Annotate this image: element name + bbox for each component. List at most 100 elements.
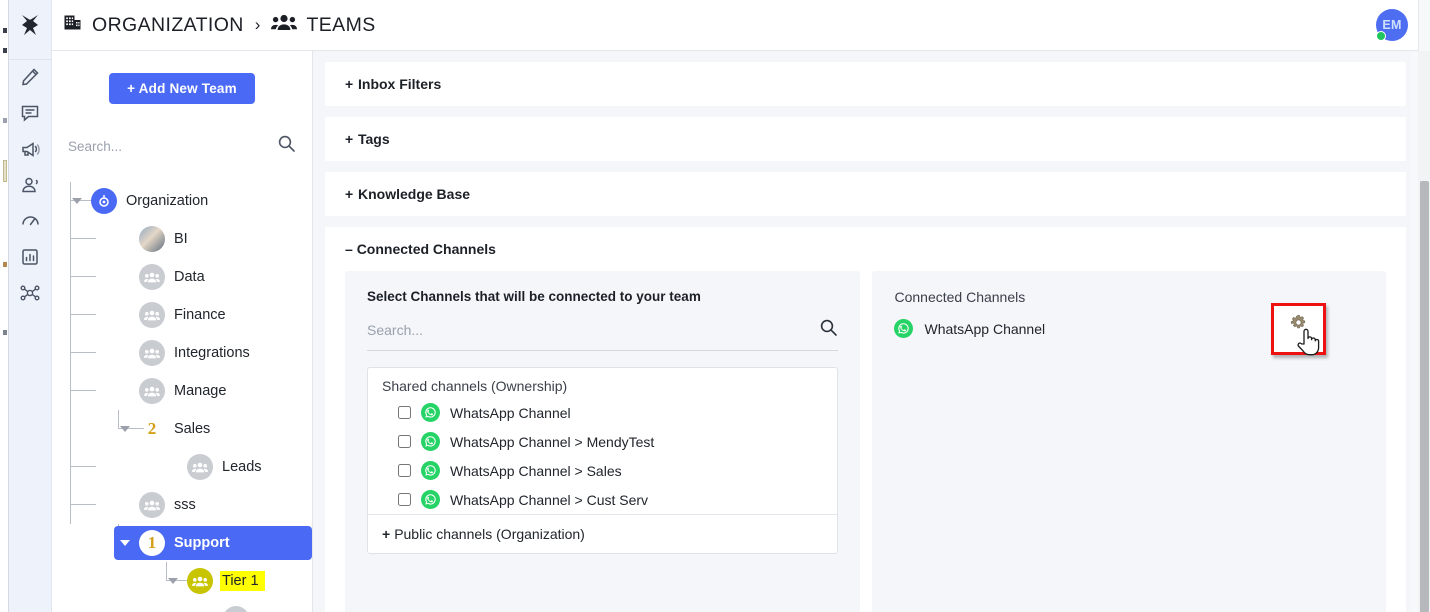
channel-checkbox[interactable]	[398, 435, 411, 448]
sidebar-search-input[interactable]	[68, 138, 248, 154]
public-channels-group[interactable]: + Public channels (Organization)	[368, 514, 838, 553]
chat-message-icon[interactable]	[13, 96, 47, 130]
breadcrumb: ORGANIZATION › TEAMS	[62, 12, 376, 38]
section-label: Tags	[358, 131, 390, 147]
channel-name: WhatsApp Channel > Sales	[450, 462, 622, 479]
channel-settings-button[interactable]	[1271, 303, 1326, 356]
sidebar-item-label: Manage	[174, 383, 227, 399]
group-people-icon	[271, 13, 298, 37]
tree-node: Tier 1a	[52, 600, 312, 612]
sidebar-item-finance[interactable]: Finance	[114, 298, 236, 332]
team-avatar-icon	[187, 568, 213, 594]
inner-scroll-track	[1411, 51, 1418, 612]
sidebar-item-leads[interactable]: Leads	[162, 450, 272, 484]
select-channels-title: Select Channels that will be connected t…	[367, 289, 701, 304]
search-icon[interactable]	[819, 318, 838, 342]
main-content: + Inbox Filters + Tags + Knowledge Base – C…	[313, 51, 1418, 612]
sidebar-item-organization[interactable]: Organization	[66, 184, 218, 218]
team-avatar-icon	[187, 454, 213, 480]
section-label: Connected Channels	[356, 241, 496, 257]
connected-channels-panel: Connected Channels WhatsApp Channel	[872, 271, 1386, 612]
channel-list-item[interactable]: WhatsApp Channel > Cust Serv	[368, 485, 837, 514]
section-inbox-filters[interactable]: + Inbox Filters	[325, 62, 1406, 106]
whatsapp-icon	[421, 432, 440, 451]
app-rail	[8, 0, 52, 612]
megaphone-icon[interactable]	[13, 132, 47, 166]
bar-chart-icon[interactable]	[13, 240, 47, 274]
teams-tree: Organization BI Data Finance Integrations Man…	[52, 182, 312, 612]
section-connected-channels-header[interactable]: – Connected Channels	[345, 241, 1386, 257]
tree-node: Finance	[52, 296, 312, 334]
sidebar-search[interactable]	[68, 134, 296, 164]
channel-checkbox[interactable]	[398, 406, 411, 419]
channel-checkbox[interactable]	[398, 464, 411, 477]
tree-node: Leads	[52, 448, 312, 486]
channel-list-item[interactable]: WhatsApp Channel > Sales	[368, 456, 837, 485]
avatar[interactable]: EM	[1376, 9, 1408, 41]
collapse-sign: –	[345, 241, 353, 257]
section-tags[interactable]: + Tags	[325, 117, 1406, 161]
sidebar-item-label: Sales	[174, 421, 211, 437]
channel-list-item[interactable]: WhatsApp Channel	[368, 398, 837, 427]
sidebar-item-label: Tier 1	[220, 571, 265, 591]
sidebar-item-support[interactable]: 1 Support	[114, 526, 312, 560]
window-scrollbar-thumb[interactable]	[1420, 181, 1429, 612]
select-channels-panel: Select Channels that will be connected t…	[345, 271, 861, 612]
public-channels-label: Public channels (Organization)	[394, 526, 585, 542]
channel-name: WhatsApp Channel > MendyTest	[450, 433, 655, 450]
team-badge-number: 2	[147, 419, 157, 438]
whatsapp-icon	[894, 319, 914, 338]
search-icon[interactable]	[277, 134, 296, 158]
expand-sign: +	[345, 131, 354, 147]
channels-search-input[interactable]	[367, 322, 767, 338]
sidebar-item-data[interactable]: Data	[114, 260, 215, 294]
breadcrumb-organization[interactable]: ORGANIZATION	[92, 14, 244, 37]
sidebar-item-sss[interactable]: sss	[114, 488, 206, 522]
chevron-down-icon[interactable]	[120, 426, 130, 432]
sidebar-item-label: Support	[174, 535, 230, 551]
app-logo-icon[interactable]	[17, 12, 43, 43]
sidebar-item-tier-1[interactable]: Tier 1	[162, 564, 275, 598]
whatsapp-icon	[421, 490, 440, 509]
sidebar-item-manage[interactable]: Manage	[114, 374, 236, 408]
sidebar-item-integrations[interactable]: Integrations	[114, 336, 260, 370]
tree-node: Tier 1	[52, 562, 312, 600]
shared-channels-group-title: Shared channels (Ownership)	[382, 378, 568, 394]
pencil-icon[interactable]	[13, 60, 47, 94]
expand-sign: +	[345, 76, 354, 92]
team-avatar-icon	[139, 302, 165, 328]
section-knowledge-base[interactable]: + Knowledge Base	[325, 172, 1406, 216]
tree-node: sss	[52, 486, 312, 524]
network-nodes-icon[interactable]	[13, 276, 47, 310]
window-scrollbar-track[interactable]	[1418, 51, 1430, 612]
chevron-down-icon[interactable]	[168, 578, 178, 584]
sidebar-item-label: BI	[174, 231, 188, 247]
tree-node: 2 Sales	[52, 410, 312, 448]
whatsapp-icon	[421, 461, 440, 480]
channel-name: WhatsApp Channel > Cust Serv	[450, 491, 649, 508]
breadcrumb-teams[interactable]: TEAMS	[306, 14, 375, 37]
chevron-down-icon[interactable]	[72, 198, 82, 204]
expand-sign: +	[382, 526, 391, 542]
online-status-dot	[1376, 31, 1386, 41]
channels-search[interactable]	[367, 318, 839, 351]
contact-person-icon[interactable]	[13, 168, 47, 202]
sidebar-item-label: Finance	[174, 307, 226, 323]
add-new-team-button[interactable]: + Add New Team	[109, 73, 255, 104]
section-label: Knowledge Base	[358, 186, 471, 202]
team-avatar-icon	[139, 264, 165, 290]
team-avatar-icon	[139, 492, 165, 518]
sidebar-item-tier-1a[interactable]: Tier 1a	[198, 602, 312, 612]
chevron-down-icon[interactable]	[120, 540, 130, 546]
channel-checkbox[interactable]	[398, 493, 411, 506]
tree-node: Integrations	[52, 334, 312, 372]
gauge-icon[interactable]	[13, 204, 47, 238]
channel-list-item[interactable]: WhatsApp Channel > MendyTest	[368, 427, 837, 456]
sidebar-item-label: Data	[174, 269, 205, 285]
sidebar-item-sales[interactable]: 2 Sales	[114, 412, 220, 446]
channel-name: WhatsApp Channel	[450, 404, 571, 421]
sidebar-item-label: Integrations	[174, 345, 250, 361]
sidebar-item-bi[interactable]: BI	[114, 222, 198, 256]
tree-node: Manage	[52, 372, 312, 410]
sidebar-item-label: sss	[174, 497, 196, 513]
